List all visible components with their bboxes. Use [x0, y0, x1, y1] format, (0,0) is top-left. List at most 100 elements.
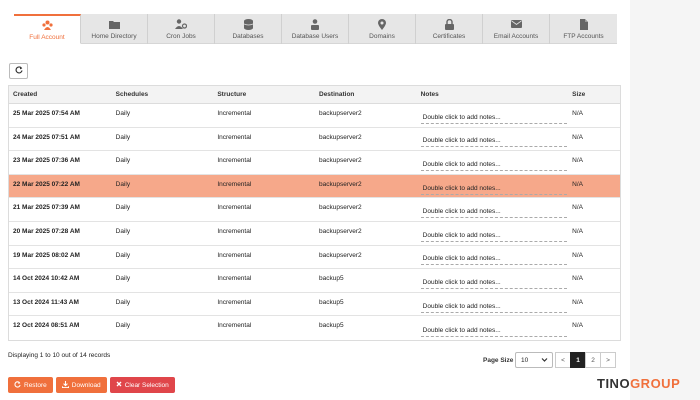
- cell-destination: backupserver2: [319, 110, 362, 117]
- map-pin-icon: [376, 18, 388, 30]
- page-size-value: 10: [521, 356, 529, 364]
- tab-cron-jobs[interactable]: Cron Jobs: [148, 14, 215, 44]
- cell-created: 23 Mar 2025 07:36 AM: [13, 157, 80, 165]
- notes-field[interactable]: Double click to add notes...: [420, 277, 567, 289]
- cell-structure: Incremental: [217, 251, 252, 259]
- clear-selection-label: Clear Selection: [124, 381, 169, 389]
- tab-domains[interactable]: Domains: [349, 14, 416, 44]
- header-schedules[interactable]: Schedules: [112, 91, 214, 98]
- cell-schedule: Daily: [115, 227, 131, 235]
- tab-label: Certificates: [432, 33, 466, 40]
- tab-label: Email Accounts: [493, 33, 539, 40]
- notes-field[interactable]: Double click to add notes...: [420, 112, 567, 124]
- download-label: Download: [71, 381, 101, 389]
- cell-schedule: Daily: [115, 204, 131, 212]
- cell-size: N/A: [572, 204, 584, 212]
- restore-label: Restore: [24, 381, 47, 389]
- cell-created: 13 Oct 2024 11:43 AM: [13, 298, 79, 306]
- cell-schedule: Daily: [115, 251, 131, 259]
- cell-created: 22 Mar 2025 07:22 AM: [13, 180, 80, 188]
- tab-label: Databases: [232, 33, 264, 40]
- logo-text-part2: GROUP: [630, 376, 681, 391]
- tab-ftp-accounts[interactable]: FTP Accounts: [550, 14, 617, 44]
- clear-selection-button[interactable]: Clear Selection: [109, 377, 175, 393]
- notes-field[interactable]: Double click to add notes...: [420, 206, 567, 219]
- cell-structure: Incremental: [217, 110, 252, 117]
- table-row[interactable]: 14 Oct 2024 10:42 AM Daily Incremental b…: [9, 269, 620, 293]
- cell-schedule: Daily: [115, 298, 131, 306]
- cell-schedule: Daily: [115, 133, 131, 141]
- logo-text-part1: TINO: [597, 376, 631, 391]
- database-user-icon: [309, 18, 321, 30]
- notes-field[interactable]: Double click to add notes...: [420, 230, 567, 242]
- tab-email-accounts[interactable]: Email Accounts: [483, 14, 550, 44]
- cell-created: 20 Mar 2025 07:28 AM: [13, 227, 80, 235]
- pagination-page-1[interactable]: 1: [570, 352, 586, 368]
- tab-databases[interactable]: Databases: [215, 14, 282, 44]
- table-row[interactable]: 12 Oct 2024 08:51 AM Daily Incremental b…: [9, 316, 620, 340]
- cell-destination: backupserver2: [319, 133, 362, 141]
- pagination-prev[interactable]: <: [555, 352, 571, 368]
- header-notes[interactable]: Notes: [417, 91, 569, 98]
- header-structure[interactable]: Structure: [213, 91, 315, 98]
- header-destination[interactable]: Destination: [315, 91, 417, 98]
- notes-field[interactable]: Double click to add notes...: [420, 253, 567, 266]
- tab-label: FTP Accounts: [563, 33, 604, 40]
- page-size-select[interactable]: 10: [515, 352, 553, 368]
- restore-icon: [14, 380, 21, 390]
- table-row[interactable]: 23 Mar 2025 07:36 AM Daily Incremental b…: [9, 151, 620, 175]
- cell-structure: Incremental: [217, 157, 252, 165]
- tab-certificates[interactable]: Certificates: [416, 14, 483, 44]
- header-size[interactable]: Size: [568, 91, 620, 98]
- cell-destination: backup5: [319, 322, 344, 330]
- envelope-icon: [510, 18, 522, 30]
- cell-destination: backupserver2: [319, 204, 362, 212]
- pagination-next[interactable]: >: [600, 352, 616, 368]
- right-margin: [630, 0, 700, 400]
- notes-field[interactable]: Double click to add notes...: [420, 159, 567, 171]
- cell-destination: backupserver2: [319, 180, 362, 188]
- cell-size: N/A: [572, 133, 584, 141]
- header-created[interactable]: Created: [9, 91, 112, 98]
- tab-home-directory[interactable]: Home Directory: [81, 14, 148, 44]
- cell-size: N/A: [572, 110, 584, 117]
- cell-structure: Incremental: [217, 227, 252, 235]
- action-buttons: Restore Download Clear Selection: [8, 377, 175, 393]
- notes-field[interactable]: Double click to add notes...: [420, 325, 567, 337]
- restore-button[interactable]: Restore: [8, 377, 53, 393]
- download-button[interactable]: Download: [55, 377, 107, 393]
- pagination-page-2[interactable]: 2: [585, 352, 601, 368]
- table-row[interactable]: 19 Mar 2025 08:02 AM Daily Incremental b…: [9, 246, 620, 270]
- cell-destination: backupserver2: [319, 227, 362, 235]
- notes-field[interactable]: Double click to add notes...: [420, 135, 567, 148]
- notes-field[interactable]: Double click to add notes...: [420, 183, 567, 195]
- backups-table: Created Schedules Structure Destination …: [8, 85, 621, 341]
- tab-database-users[interactable]: Database Users: [282, 14, 349, 44]
- table-row-selected[interactable]: 22 Mar 2025 07:22 AM Daily Incremental b…: [9, 174, 620, 199]
- folder-icon: [108, 18, 120, 30]
- cell-created: 12 Oct 2024 08:51 AM: [13, 322, 80, 330]
- user-gear-icon: [175, 18, 187, 30]
- cell-destination: backup5: [319, 275, 344, 283]
- cell-schedule: Daily: [115, 110, 131, 117]
- notes-field[interactable]: Double click to add notes...: [420, 301, 567, 313]
- cell-structure: Incremental: [217, 275, 252, 283]
- refresh-button[interactable]: [9, 63, 28, 79]
- chevron-down-icon: [541, 356, 548, 366]
- table-row[interactable]: 21 Mar 2025 07:39 AM Daily Incremental b…: [9, 198, 620, 222]
- table-row[interactable]: 20 Mar 2025 07:28 AM Daily Incremental b…: [9, 222, 620, 246]
- cell-size: N/A: [572, 227, 584, 235]
- refresh-icon: [15, 66, 23, 76]
- cell-size: N/A: [572, 298, 584, 306]
- cell-size: N/A: [572, 251, 584, 259]
- cell-schedule: Daily: [115, 157, 131, 165]
- table-row[interactable]: 13 Oct 2024 11:43 AM Daily Incremental b…: [9, 293, 620, 317]
- cell-created: 25 Mar 2025 07:54 AM: [13, 110, 80, 117]
- cell-size: N/A: [572, 322, 584, 330]
- tab-full-account[interactable]: Full Account: [14, 14, 81, 44]
- tinogroup-logo: TINOGROUP: [597, 376, 680, 391]
- lock-icon: [443, 18, 455, 30]
- table-row[interactable]: 24 Mar 2025 07:51 AM Daily Incremental b…: [9, 128, 620, 152]
- records-count-text: Displaying 1 to 10 out of 14 records: [8, 352, 111, 359]
- table-row[interactable]: 25 Mar 2025 07:54 AM Daily Incremental b…: [9, 104, 620, 128]
